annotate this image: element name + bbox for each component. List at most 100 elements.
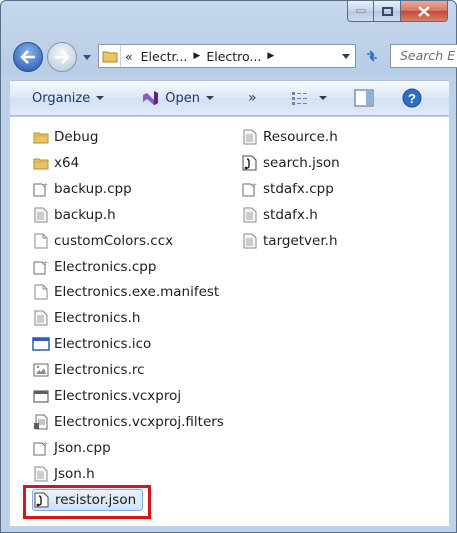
ico-file-icon bbox=[32, 335, 50, 353]
cpp-file-icon: ++ bbox=[32, 180, 50, 198]
file-name: Json.h bbox=[54, 465, 95, 482]
svg-text:++: ++ bbox=[43, 441, 49, 448]
minimize-button[interactable] bbox=[347, 1, 374, 22]
file-name: backup.cpp bbox=[54, 180, 132, 197]
file-item[interactable]: backup.h bbox=[32, 204, 116, 226]
caption-buttons bbox=[347, 1, 448, 23]
close-button[interactable] bbox=[401, 1, 448, 22]
view-list-icon bbox=[291, 92, 307, 105]
file-list-pane[interactable]: Debug x64 ++ backup.cpp backup.h customColors… bbox=[10, 117, 449, 526]
open-label: Open bbox=[165, 90, 200, 106]
file-name: customColors.ccx bbox=[54, 232, 174, 249]
breadcrumb-overflow[interactable]: « bbox=[121, 49, 137, 64]
cpp-file-icon: ++ bbox=[32, 258, 50, 276]
breadcrumb-item[interactable]: Electro... bbox=[202, 49, 265, 64]
svg-text:++: ++ bbox=[43, 182, 49, 189]
more-commands-label: » bbox=[247, 90, 257, 106]
file-name: Electronics.h bbox=[54, 310, 141, 327]
folder-icon bbox=[32, 154, 50, 172]
file-item[interactable]: targetver.h bbox=[241, 230, 338, 252]
file-item[interactable]: ++ Electronics.cpp bbox=[32, 256, 156, 278]
file-item[interactable]: Electronics.h bbox=[32, 307, 140, 329]
file-list: Debug x64 ++ backup.cpp backup.h customColors… bbox=[10, 117, 449, 526]
file-name: Electronics.cpp bbox=[54, 258, 157, 275]
more-commands-button[interactable]: » bbox=[248, 84, 257, 112]
preview-pane-button[interactable] bbox=[354, 84, 374, 112]
file-name: Electronics.vcxproj.filters bbox=[54, 413, 224, 430]
search-input[interactable]: Search E bbox=[390, 44, 457, 68]
file-item[interactable]: Debug bbox=[32, 126, 98, 148]
file-item[interactable]: Resource.h bbox=[241, 126, 338, 148]
breadcrumb-separator-icon[interactable]: ▶ bbox=[191, 51, 202, 61]
svg-text:+: + bbox=[44, 389, 48, 395]
change-view-button[interactable] bbox=[291, 84, 327, 112]
address-bar[interactable]: « Electr... ▶ Electro... ▶ bbox=[98, 44, 356, 68]
file-item[interactable]: Electronics.ico bbox=[32, 333, 151, 355]
header-file-icon bbox=[241, 206, 259, 224]
file-name: Electronics.ico bbox=[54, 336, 152, 353]
file-item[interactable]: stdafx.h bbox=[241, 204, 318, 226]
file-name: targetver.h bbox=[263, 232, 338, 249]
explorer-window: « Electr... ▶ Electro... ▶ Search E Orga… bbox=[0, 0, 457, 533]
file-name: Debug bbox=[54, 129, 99, 145]
file-item[interactable]: x64 bbox=[32, 152, 79, 174]
breadcrumb-item[interactable]: Electr... bbox=[137, 49, 192, 64]
cpp-file-icon: ++ bbox=[241, 180, 259, 198]
folder-icon bbox=[32, 128, 50, 146]
file-name: stdafx.cpp bbox=[263, 180, 334, 197]
close-icon bbox=[418, 5, 430, 17]
organize-button[interactable]: Organize bbox=[32, 84, 105, 112]
header-file-icon bbox=[32, 465, 50, 483]
vcxproj-file-icon: + bbox=[32, 387, 50, 405]
file-name: search.json bbox=[263, 154, 340, 171]
file-item[interactable]: Json.h bbox=[32, 463, 95, 485]
chevron-down-icon bbox=[318, 96, 327, 100]
navigation-row: « Electr... ▶ Electro... ▶ Search E bbox=[9, 39, 457, 73]
file-name: Electronics.vcxproj bbox=[54, 388, 182, 404]
back-button[interactable] bbox=[13, 42, 43, 72]
header-file-icon bbox=[241, 128, 259, 146]
header-file-icon bbox=[32, 206, 50, 224]
file-item[interactable]: search.json bbox=[241, 152, 340, 174]
address-dropdown-button[interactable] bbox=[337, 45, 355, 67]
visual-studio-icon bbox=[143, 91, 159, 105]
filters-file-icon bbox=[32, 413, 50, 431]
minimize-icon bbox=[355, 9, 366, 13]
forward-button[interactable] bbox=[47, 42, 77, 72]
file-name: stdafx.h bbox=[263, 206, 318, 223]
chevron-down-icon bbox=[205, 96, 214, 100]
refresh-button[interactable] bbox=[359, 44, 385, 68]
file-item[interactable]: ++ Json.cpp bbox=[32, 437, 111, 459]
file-item[interactable]: ++ backup.cpp bbox=[32, 178, 132, 200]
chevron-down-icon bbox=[96, 96, 105, 100]
command-bar: Organize Open » ? bbox=[10, 80, 449, 116]
folder-icon bbox=[99, 45, 121, 67]
chevron-down-icon bbox=[83, 54, 91, 60]
refresh-icon bbox=[367, 50, 377, 62]
breadcrumb-separator-icon[interactable]: ▶ bbox=[265, 51, 276, 61]
organize-label: Organize bbox=[32, 90, 91, 106]
svg-text:++: ++ bbox=[252, 182, 258, 189]
file-item[interactable]: + Electronics.vcxproj bbox=[32, 385, 181, 407]
open-button[interactable]: Open bbox=[141, 84, 214, 112]
help-button[interactable]: ? bbox=[402, 84, 422, 112]
svg-text:++: ++ bbox=[43, 260, 49, 267]
blank-file-icon bbox=[32, 232, 50, 250]
file-name: x64 bbox=[54, 154, 80, 171]
file-name: Electronics.exe.manifest bbox=[54, 284, 220, 301]
file-item[interactable]: ++ stdafx.cpp bbox=[241, 178, 334, 200]
file-item[interactable]: Electronics.rc bbox=[32, 359, 145, 381]
file-item[interactable]: Electronics.vcxproj.filters bbox=[32, 411, 224, 433]
file-item[interactable]: Electronics.exe.manifest bbox=[32, 281, 219, 303]
file-name: backup.h bbox=[54, 206, 116, 223]
file-item[interactable]: customColors.ccx bbox=[32, 230, 173, 252]
chevron-down-icon bbox=[342, 53, 350, 59]
maximize-button[interactable] bbox=[374, 1, 401, 22]
rc-file-icon bbox=[32, 361, 50, 379]
blank-file-icon bbox=[32, 283, 50, 301]
file-name: Electronics.rc bbox=[54, 362, 145, 379]
forward-arrow-icon bbox=[55, 50, 70, 64]
json-file-icon bbox=[241, 154, 259, 172]
recent-pages-button[interactable] bbox=[81, 51, 93, 63]
file-name: Json.cpp bbox=[54, 439, 111, 456]
